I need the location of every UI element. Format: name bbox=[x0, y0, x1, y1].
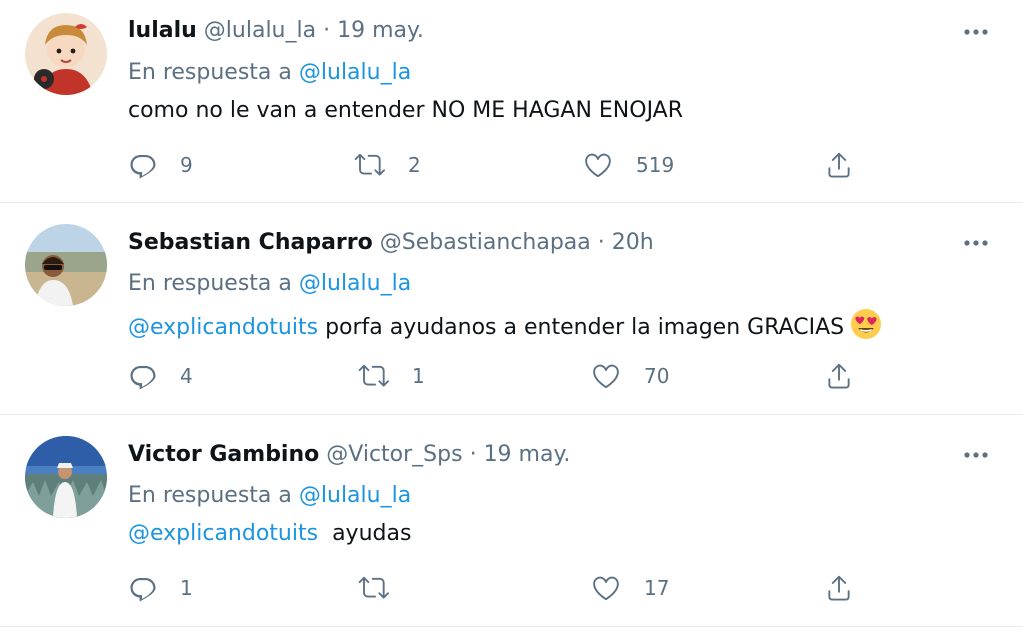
author-name[interactable]: Sebastian Chaparro bbox=[128, 230, 373, 255]
retweet-icon bbox=[358, 364, 389, 387]
reply-prefix: En respuesta a bbox=[128, 60, 292, 85]
reply-button[interactable]: 1 bbox=[128, 571, 193, 605]
share-icon bbox=[828, 152, 850, 178]
retweet-button[interactable]: 2 bbox=[354, 148, 421, 182]
tweet-body: porfa ayudanos a entender la imagen GRAC… bbox=[318, 315, 845, 340]
like-button[interactable]: 70 bbox=[590, 359, 669, 393]
reply-count: 4 bbox=[180, 364, 193, 388]
tweet-body: como no le van a entender NO ME HAGAN EN… bbox=[128, 98, 684, 123]
reply-prefix: En respuesta a bbox=[128, 483, 292, 508]
reply-to-link[interactable]: @lulalu_la bbox=[299, 60, 411, 85]
reply-count: 1 bbox=[180, 576, 193, 600]
tweet-body: ayudas bbox=[318, 521, 412, 546]
tweet-header: lulalu @lulalu_la · 19 may. bbox=[128, 16, 424, 46]
man-with-sunglasses-avatar bbox=[25, 224, 107, 306]
tweet-text: @explicandotuits porfa ayudanos a entend… bbox=[128, 308, 882, 349]
like-count: 17 bbox=[644, 576, 670, 600]
share-button[interactable] bbox=[824, 148, 854, 182]
author-handle[interactable]: @lulalu_la bbox=[204, 18, 316, 43]
like-button[interactable]: 519 bbox=[582, 148, 674, 182]
tweet-text: @explicandotuits ayudas bbox=[128, 519, 411, 549]
timestamp[interactable]: 19 may. bbox=[337, 18, 424, 43]
avatar[interactable] bbox=[25, 224, 107, 306]
timestamp[interactable]: 20h bbox=[612, 230, 654, 255]
retweet-icon bbox=[354, 153, 385, 176]
retweet-count: 2 bbox=[408, 153, 421, 177]
separator: · bbox=[323, 18, 331, 43]
separator: · bbox=[469, 442, 477, 467]
reply-count: 9 bbox=[180, 153, 193, 177]
reply-button[interactable]: 9 bbox=[128, 148, 193, 182]
separator: · bbox=[597, 230, 605, 255]
share-button[interactable] bbox=[824, 571, 854, 605]
tweet-actions: 9 2 519 bbox=[128, 148, 868, 182]
tweet-header: Sebastian Chaparro @Sebastianchapaa · 20… bbox=[128, 228, 654, 258]
like-count: 519 bbox=[636, 153, 675, 177]
retweet-button[interactable]: 1 bbox=[358, 359, 425, 393]
like-button[interactable]: 17 bbox=[590, 571, 669, 605]
heart-eyes-emoji bbox=[850, 308, 882, 349]
more-icon[interactable] bbox=[963, 233, 993, 253]
tweet-actions: 1 17 bbox=[128, 571, 868, 605]
retweet-count: 1 bbox=[412, 364, 425, 388]
tweet-header: Victor Gambino @Victor_Sps · 19 may. bbox=[128, 440, 570, 470]
tweet[interactable]: Sebastian Chaparro @Sebastianchapaa · 20… bbox=[0, 203, 1023, 415]
reply-button[interactable]: 4 bbox=[128, 359, 193, 393]
author-handle[interactable]: @Victor_Sps bbox=[326, 442, 462, 467]
tweet[interactable]: lulalu @lulalu_la · 19 may. En respuesta… bbox=[0, 0, 1023, 203]
reply-to-link[interactable]: @lulalu_la bbox=[299, 483, 411, 508]
retweet-button[interactable] bbox=[358, 571, 412, 605]
reply-feed: lulalu @lulalu_la · 19 may. En respuesta… bbox=[0, 0, 1023, 636]
reply-icon bbox=[130, 366, 156, 390]
like-count: 70 bbox=[644, 364, 670, 388]
reply-icon bbox=[130, 155, 156, 179]
avatar[interactable] bbox=[25, 436, 107, 518]
share-button[interactable] bbox=[824, 359, 854, 393]
reply-icon bbox=[130, 578, 156, 602]
author-handle[interactable]: @Sebastianchapaa bbox=[380, 230, 591, 255]
girl-illustration-avatar bbox=[25, 13, 107, 95]
like-icon bbox=[593, 364, 619, 389]
share-icon bbox=[828, 363, 850, 389]
tweet[interactable]: Victor Gambino @Victor_Sps · 19 may. En … bbox=[0, 415, 1023, 627]
reply-to-link[interactable]: @lulalu_la bbox=[299, 271, 411, 296]
more-icon[interactable] bbox=[963, 445, 993, 465]
tweet-text: como no le van a entender NO ME HAGAN EN… bbox=[128, 96, 683, 126]
author-name[interactable]: lulalu bbox=[128, 18, 197, 43]
retweet-icon bbox=[358, 576, 389, 599]
mention-link[interactable]: @explicandotuits bbox=[128, 521, 318, 546]
mention-link[interactable]: @explicandotuits bbox=[128, 315, 318, 340]
reply-prefix: En respuesta a bbox=[128, 271, 292, 296]
like-icon bbox=[593, 576, 619, 601]
reply-context: En respuesta a @lulalu_la bbox=[128, 58, 411, 88]
timestamp[interactable]: 19 may. bbox=[484, 442, 571, 467]
author-name[interactable]: Victor Gambino bbox=[128, 442, 319, 467]
man-in-agave-field-avatar bbox=[25, 436, 107, 518]
like-icon bbox=[585, 153, 611, 178]
reply-context: En respuesta a @lulalu_la bbox=[128, 269, 411, 299]
more-icon[interactable] bbox=[963, 22, 993, 42]
share-icon bbox=[828, 575, 850, 601]
avatar[interactable] bbox=[25, 13, 107, 95]
reply-context: En respuesta a @lulalu_la bbox=[128, 481, 411, 511]
tweet-actions: 4 1 70 bbox=[128, 359, 868, 393]
